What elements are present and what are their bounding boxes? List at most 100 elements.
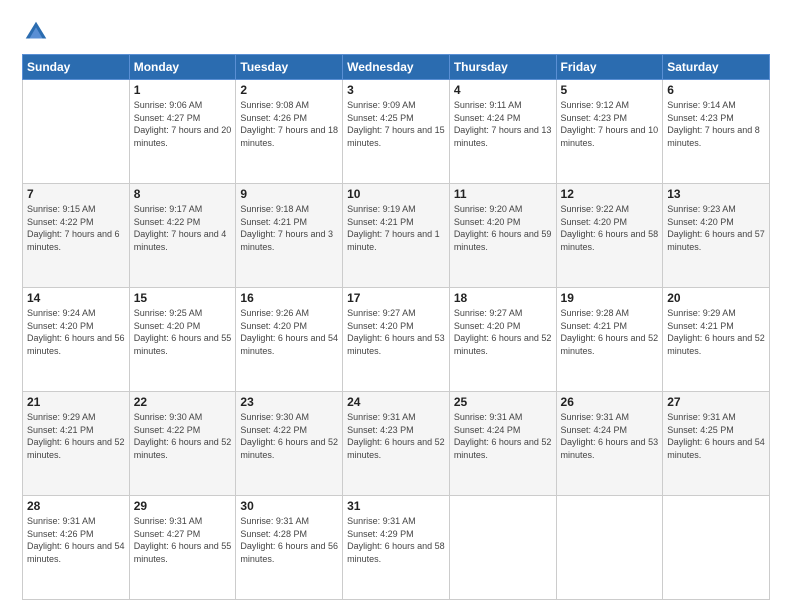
weekday-header-row: SundayMondayTuesdayWednesdayThursdayFrid… <box>23 55 770 80</box>
day-number: 20 <box>667 291 765 305</box>
calendar-cell: 28 Sunrise: 9:31 AMSunset: 4:26 PMDayligh… <box>23 496 130 600</box>
logo-icon <box>22 18 50 46</box>
day-number: 7 <box>27 187 125 201</box>
calendar-cell: 2Sunrise: 9:08 AMSunset: 4:26 PMDaylight… <box>236 80 343 184</box>
cell-info: Sunrise: 9:24 AMSunset: 4:20 PMDaylight:… <box>27 307 125 357</box>
day-number: 31 <box>347 499 445 513</box>
weekday-friday: Friday <box>556 55 663 80</box>
calendar-cell: 14 Sunrise: 9:24 AMSunset: 4:20 PMDayligh… <box>23 288 130 392</box>
day-number: 9 <box>240 187 338 201</box>
day-number: 4 <box>454 83 552 97</box>
weekday-sunday: Sunday <box>23 55 130 80</box>
calendar: SundayMondayTuesdayWednesdayThursdayFrid… <box>22 54 770 600</box>
cell-info: Sunrise: 9:31 AMSunset: 4:26 PMDaylight:… <box>27 515 125 565</box>
weekday-tuesday: Tuesday <box>236 55 343 80</box>
calendar-cell: 22Sunrise: 9:30 AMSunset: 4:22 PMDayligh… <box>129 392 236 496</box>
cell-info: Sunrise: 9:31 AMSunset: 4:23 PMDaylight:… <box>347 411 445 461</box>
week-row-3: 14 Sunrise: 9:24 AMSunset: 4:20 PMDayligh… <box>23 288 770 392</box>
cell-info: Sunrise: 9:19 AMSunset: 4:21 PMDaylight:… <box>347 203 445 253</box>
cell-info: Sunrise: 9:14 AMSunset: 4:23 PMDaylight:… <box>667 99 765 149</box>
cell-info: Sunrise: 9:20 AMSunset: 4:20 PMDaylight:… <box>454 203 552 253</box>
calendar-cell: 9 Sunrise: 9:18 AMSunset: 4:21 PMDaylight… <box>236 184 343 288</box>
calendar-cell: 6 Sunrise: 9:14 AMSunset: 4:23 PMDaylight… <box>663 80 770 184</box>
cell-info: Sunrise: 9:26 AMSunset: 4:20 PMDaylight:… <box>240 307 338 357</box>
cell-info: Sunrise: 9:31 AMSunset: 4:28 PMDaylight:… <box>240 515 338 565</box>
day-number: 12 <box>561 187 659 201</box>
cell-info: Sunrise: 9:15 AMSunset: 4:22 PMDaylight:… <box>27 203 125 253</box>
cell-info: Sunrise: 9:22 AMSunset: 4:20 PMDaylight:… <box>561 203 659 253</box>
calendar-cell: 25 Sunrise: 9:31 AMSunset: 4:24 PMDayligh… <box>449 392 556 496</box>
calendar-cell: 12 Sunrise: 9:22 AMSunset: 4:20 PMDayligh… <box>556 184 663 288</box>
cell-info: Sunrise: 9:31 AMSunset: 4:24 PMDaylight:… <box>454 411 552 461</box>
day-number: 28 <box>27 499 125 513</box>
day-number: 14 <box>27 291 125 305</box>
calendar-cell: 3 Sunrise: 9:09 AMSunset: 4:25 PMDaylight… <box>343 80 450 184</box>
day-number: 17 <box>347 291 445 305</box>
cell-info: Sunrise: 9:12 AMSunset: 4:23 PMDaylight:… <box>561 99 659 149</box>
day-number: 30 <box>240 499 338 513</box>
calendar-cell: 21 Sunrise: 9:29 AMSunset: 4:21 PMDayligh… <box>23 392 130 496</box>
calendar-cell <box>663 496 770 600</box>
week-row-5: 28 Sunrise: 9:31 AMSunset: 4:26 PMDayligh… <box>23 496 770 600</box>
calendar-cell: 30 Sunrise: 9:31 AMSunset: 4:28 PMDayligh… <box>236 496 343 600</box>
day-number: 27 <box>667 395 765 409</box>
weekday-monday: Monday <box>129 55 236 80</box>
day-number: 24 <box>347 395 445 409</box>
weekday-saturday: Saturday <box>663 55 770 80</box>
cell-info: Sunrise: 9:27 AMSunset: 4:20 PMDaylight:… <box>454 307 552 357</box>
calendar-cell: 26 Sunrise: 9:31 AMSunset: 4:24 PMDayligh… <box>556 392 663 496</box>
weekday-thursday: Thursday <box>449 55 556 80</box>
cell-info: Sunrise: 9:31 AMSunset: 4:29 PMDaylight:… <box>347 515 445 565</box>
calendar-cell: 10Sunrise: 9:19 AMSunset: 4:21 PMDayligh… <box>343 184 450 288</box>
calendar-cell <box>23 80 130 184</box>
day-number: 15 <box>134 291 232 305</box>
day-number: 26 <box>561 395 659 409</box>
day-number: 22 <box>134 395 232 409</box>
cell-info: Sunrise: 9:17 AMSunset: 4:22 PMDaylight:… <box>134 203 232 253</box>
day-number: 3 <box>347 83 445 97</box>
calendar-cell: 29 Sunrise: 9:31 AMSunset: 4:27 PMDayligh… <box>129 496 236 600</box>
cell-info: Sunrise: 9:30 AMSunset: 4:22 PMDaylight:… <box>240 411 338 461</box>
day-number: 19 <box>561 291 659 305</box>
day-number: 18 <box>454 291 552 305</box>
calendar-cell: 1 Sunrise: 9:06 AMSunset: 4:27 PMDaylight… <box>129 80 236 184</box>
week-row-1: 1 Sunrise: 9:06 AMSunset: 4:27 PMDaylight… <box>23 80 770 184</box>
cell-info: Sunrise: 9:31 AMSunset: 4:25 PMDaylight:… <box>667 411 765 461</box>
cell-info: Sunrise: 9:09 AMSunset: 4:25 PMDaylight:… <box>347 99 445 149</box>
day-number: 11 <box>454 187 552 201</box>
calendar-cell: 5Sunrise: 9:12 AMSunset: 4:23 PMDaylight… <box>556 80 663 184</box>
cell-info: Sunrise: 9:11 AMSunset: 4:24 PMDaylight:… <box>454 99 552 149</box>
calendar-cell: 17 Sunrise: 9:27 AMSunset: 4:20 PMDayligh… <box>343 288 450 392</box>
weekday-wednesday: Wednesday <box>343 55 450 80</box>
page: SundayMondayTuesdayWednesdayThursdayFrid… <box>0 0 792 612</box>
day-number: 8 <box>134 187 232 201</box>
calendar-cell: 31 Sunrise: 9:31 AMSunset: 4:29 PMDayligh… <box>343 496 450 600</box>
cell-info: Sunrise: 9:29 AMSunset: 4:21 PMDaylight:… <box>667 307 765 357</box>
cell-info: Sunrise: 9:25 AMSunset: 4:20 PMDaylight:… <box>134 307 232 357</box>
cell-info: Sunrise: 9:23 AMSunset: 4:20 PMDaylight:… <box>667 203 765 253</box>
day-number: 13 <box>667 187 765 201</box>
day-number: 21 <box>27 395 125 409</box>
week-row-4: 21 Sunrise: 9:29 AMSunset: 4:21 PMDayligh… <box>23 392 770 496</box>
logo <box>22 18 54 46</box>
calendar-cell: 24 Sunrise: 9:31 AMSunset: 4:23 PMDayligh… <box>343 392 450 496</box>
day-number: 23 <box>240 395 338 409</box>
cell-info: Sunrise: 9:31 AMSunset: 4:24 PMDaylight:… <box>561 411 659 461</box>
calendar-cell: 4 Sunrise: 9:11 AMSunset: 4:24 PMDaylight… <box>449 80 556 184</box>
calendar-cell: 19 Sunrise: 9:28 AMSunset: 4:21 PMDayligh… <box>556 288 663 392</box>
cell-info: Sunrise: 9:27 AMSunset: 4:20 PMDaylight:… <box>347 307 445 357</box>
cell-info: Sunrise: 9:06 AMSunset: 4:27 PMDaylight:… <box>134 99 232 149</box>
calendar-cell: 16Sunrise: 9:26 AMSunset: 4:20 PMDayligh… <box>236 288 343 392</box>
calendar-cell: 13 Sunrise: 9:23 AMSunset: 4:20 PMDayligh… <box>663 184 770 288</box>
calendar-cell <box>449 496 556 600</box>
cell-info: Sunrise: 9:18 AMSunset: 4:21 PMDaylight:… <box>240 203 338 253</box>
cell-info: Sunrise: 9:28 AMSunset: 4:21 PMDaylight:… <box>561 307 659 357</box>
cell-info: Sunrise: 9:31 AMSunset: 4:27 PMDaylight:… <box>134 515 232 565</box>
calendar-cell: 8 Sunrise: 9:17 AMSunset: 4:22 PMDaylight… <box>129 184 236 288</box>
day-number: 25 <box>454 395 552 409</box>
day-number: 1 <box>134 83 232 97</box>
calendar-cell: 23 Sunrise: 9:30 AMSunset: 4:22 PMDayligh… <box>236 392 343 496</box>
day-number: 6 <box>667 83 765 97</box>
day-number: 29 <box>134 499 232 513</box>
cell-info: Sunrise: 9:29 AMSunset: 4:21 PMDaylight:… <box>27 411 125 461</box>
